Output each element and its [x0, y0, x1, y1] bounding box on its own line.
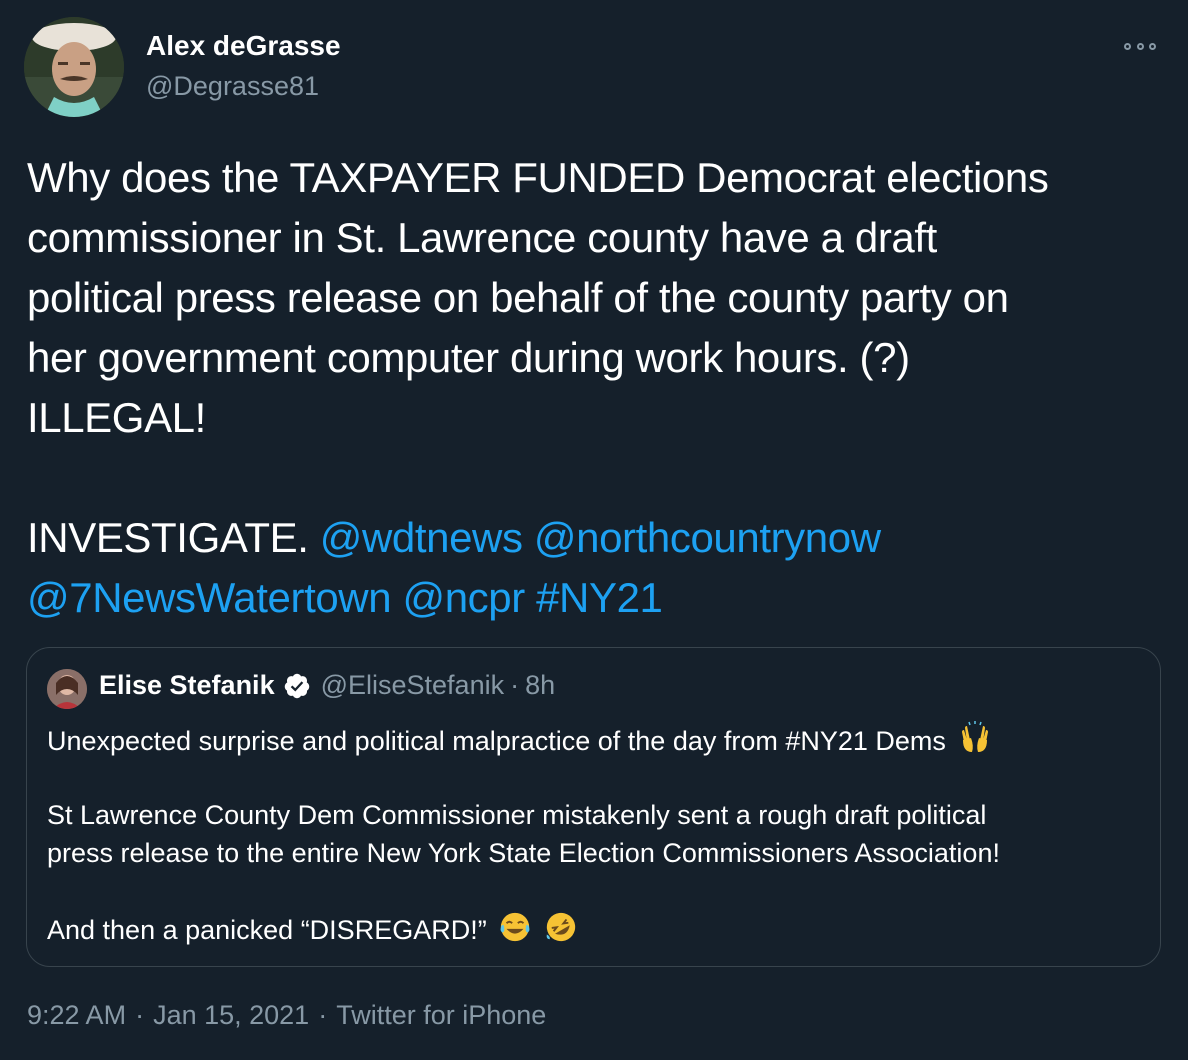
quoted-paragraph-3: And then a panicked “DISREGARD!”	[47, 915, 487, 946]
mention-link-wdtnews[interactable]: @wdtnews	[320, 514, 523, 561]
tweet-line: ILLEGAL!	[27, 394, 206, 441]
hashtag-link[interactable]: #NY21	[536, 574, 663, 621]
verified-badge-icon	[283, 672, 311, 700]
separator-dot: ·	[510, 670, 520, 700]
mention-link-7newswatertown[interactable]: @7NewsWatertown	[27, 574, 392, 621]
mention-link-northcountrynow[interactable]: @northcountrynow	[534, 514, 881, 561]
quoted-paragraph-2-line-1: St Lawrence County Dem Commissioner mist…	[47, 800, 987, 830]
separator-dot: ·	[135, 1000, 145, 1030]
quoted-paragraph-2-line-2: press release to the entire New York Sta…	[47, 838, 1000, 868]
raising-hands-emoji-icon	[957, 720, 993, 766]
quoted-body: Unexpected surprise and political malpra…	[47, 720, 1147, 948]
tweet-source[interactable]: Twitter for iPhone	[336, 1000, 546, 1030]
rolling-laughing-emoji-icon	[544, 910, 578, 954]
author-avatar[interactable]	[24, 17, 124, 117]
tweet-line: political press release on behalf of the…	[27, 274, 1009, 321]
tweet-date[interactable]: Jan 15, 2021	[153, 1000, 309, 1030]
author-name[interactable]: Alex deGrasse	[146, 30, 341, 62]
tweet-line: her government computer during work hour…	[27, 334, 910, 381]
tears-of-joy-emoji-icon	[498, 910, 532, 954]
tweet-line: Why does the TAXPAYER FUNDED Democrat el…	[27, 154, 1049, 201]
tweet-time[interactable]: 9:22 AM	[27, 1000, 126, 1030]
more-options-icon[interactable]	[1124, 36, 1156, 56]
quoted-paragraph-1: Unexpected surprise and political malpra…	[47, 726, 946, 757]
tweet-text: Why does the TAXPAYER FUNDED Democrat el…	[27, 148, 1157, 628]
tweet-metadata: 9:22 AM · Jan 15, 2021 · Twitter for iPhone	[27, 1000, 546, 1031]
quoted-tweet[interactable]: Elise Stefanik @EliseStefanik · 8h Unexp…	[26, 647, 1161, 967]
author-handle[interactable]: @Degrasse81	[146, 71, 319, 102]
mention-link-ncpr[interactable]: @ncpr	[402, 574, 525, 621]
quoted-author-name[interactable]: Elise Stefanik	[99, 670, 275, 701]
investigate-text: INVESTIGATE.	[27, 514, 309, 561]
quoted-header: Elise Stefanik @EliseStefanik · 8h	[99, 670, 555, 701]
quoted-author-avatar[interactable]	[47, 669, 87, 709]
separator-dot: ·	[318, 1000, 328, 1030]
tweet-line: commissioner in St. Lawrence county have…	[27, 214, 937, 261]
quoted-timestamp[interactable]: 8h	[525, 670, 555, 701]
quoted-author-handle[interactable]: @EliseStefanik	[321, 670, 505, 701]
tweet: Alex deGrasse @Degrasse81 Why does the T…	[0, 0, 1188, 1060]
